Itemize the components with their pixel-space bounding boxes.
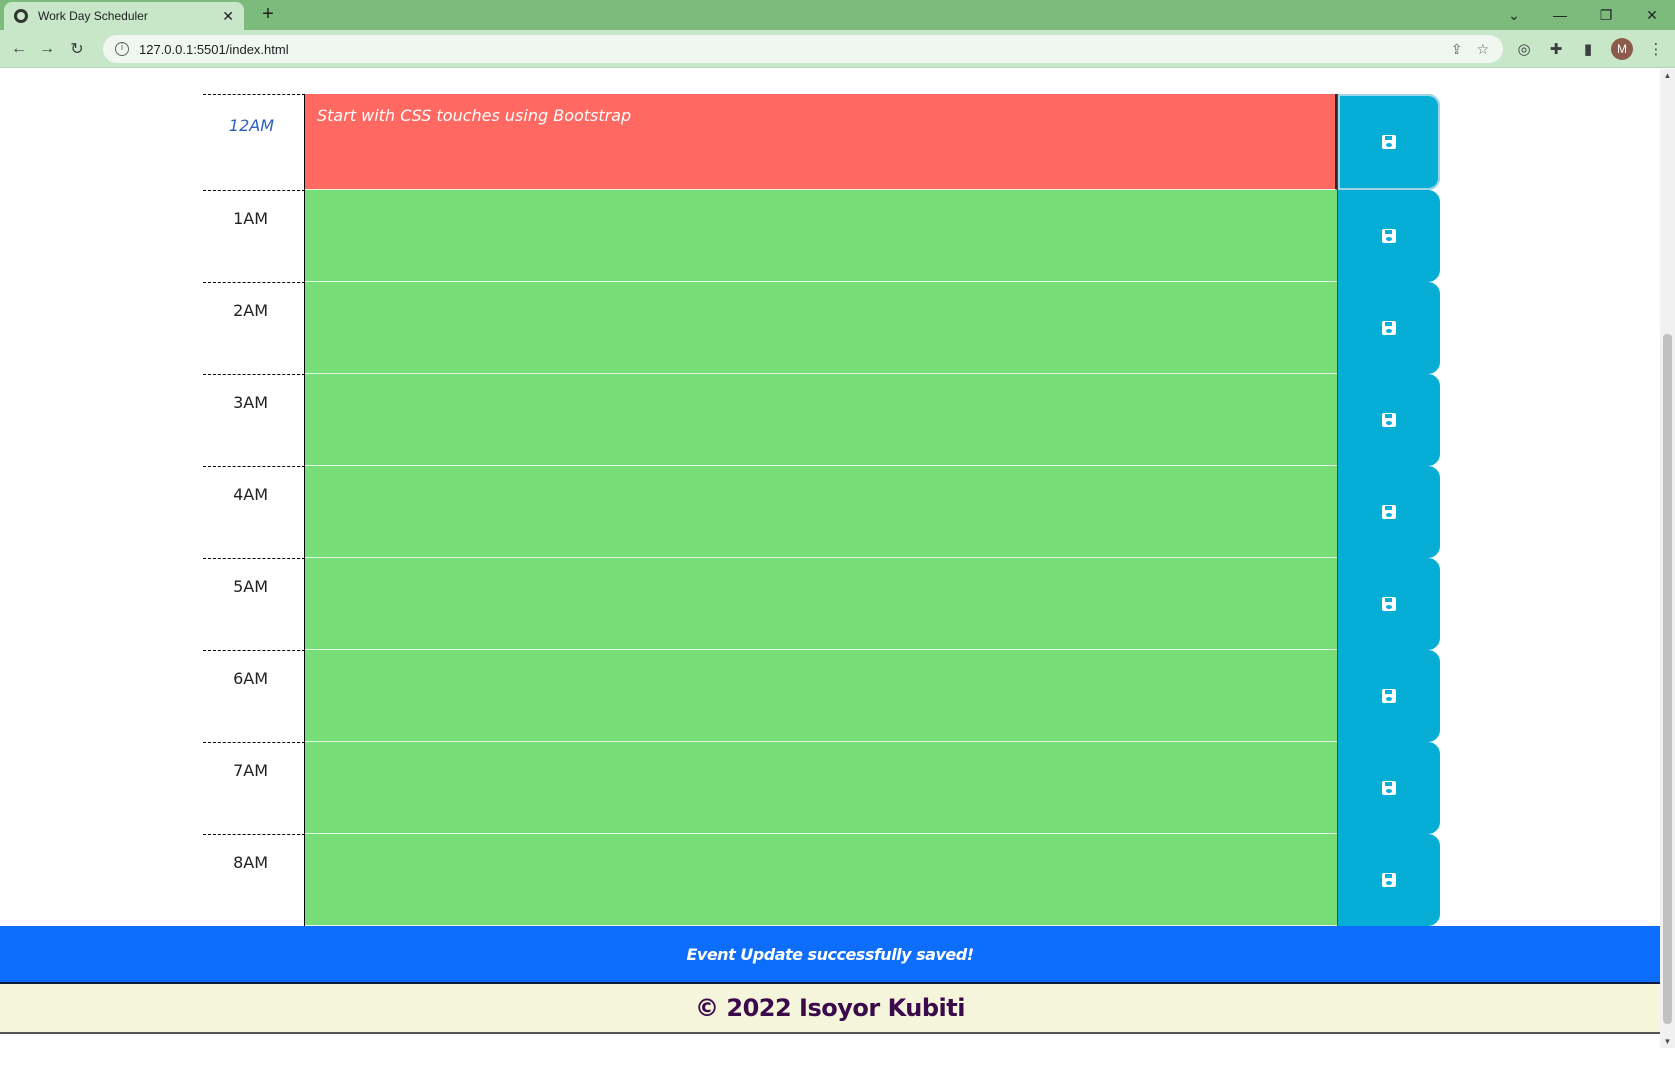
floppy-disk-icon (1382, 413, 1396, 427)
window-controls: ⌄ — ❐ ✕ (1491, 0, 1675, 30)
save-button[interactable] (1337, 282, 1440, 374)
save-button[interactable] (1337, 190, 1440, 282)
floppy-disk-icon (1382, 873, 1396, 887)
new-tab-button[interactable]: + (256, 3, 280, 26)
scroll-down-icon[interactable]: ▼ (1660, 1037, 1675, 1046)
time-block-row: 6AM (203, 650, 1440, 742)
menu-kebab-icon[interactable]: ⋮ (1647, 40, 1665, 58)
time-block-row: 3AM (203, 374, 1440, 466)
time-block-row: 4AM (203, 466, 1440, 558)
toolbar-actions: ◎ ✚ ▮ M ⋮ (1501, 38, 1665, 60)
minimize-icon[interactable]: — (1537, 0, 1583, 30)
event-description-textarea[interactable] (305, 282, 1337, 374)
save-button[interactable] (1337, 834, 1440, 926)
share-icon[interactable]: ⇪ (1451, 41, 1463, 58)
floppy-disk-icon (1382, 321, 1396, 335)
back-arrow-icon[interactable]: ← (8, 38, 30, 60)
time-block-row: 2AM (203, 282, 1440, 374)
hour-label: 5AM (203, 558, 305, 650)
event-description-textarea[interactable] (305, 190, 1337, 282)
browser-tab[interactable]: Work Day Scheduler ✕ (4, 2, 244, 30)
schedule-container: 12AM Start with CSS touches using Bootstr… (203, 94, 1440, 926)
save-button[interactable] (1337, 742, 1440, 834)
globe-icon (14, 9, 28, 23)
hour-label: 7AM (203, 742, 305, 834)
event-description-textarea[interactable] (305, 374, 1337, 466)
close-window-icon[interactable]: ✕ (1629, 0, 1675, 30)
restore-icon[interactable]: ❐ (1583, 0, 1629, 30)
event-description-textarea[interactable] (305, 834, 1337, 926)
floppy-disk-icon (1382, 689, 1396, 703)
hour-label: 8AM (203, 834, 305, 926)
reload-icon[interactable]: ↻ (66, 38, 88, 60)
event-description-textarea[interactable] (305, 650, 1337, 742)
time-block-row: 1AM (203, 190, 1440, 282)
save-button[interactable] (1337, 374, 1440, 466)
page-viewport: 12AM Start with CSS touches using Bootstr… (0, 69, 1660, 1048)
star-icon[interactable]: ☆ (1476, 41, 1489, 58)
save-button[interactable] (1337, 466, 1440, 558)
scrollbar-thumb[interactable] (1663, 334, 1672, 1024)
tab-title: Work Day Scheduler (38, 9, 148, 23)
hour-label: 4AM (203, 466, 305, 558)
extension-icon[interactable]: ◎ (1515, 40, 1533, 58)
event-description-textarea[interactable] (305, 742, 1337, 834)
save-notice-text: Event Update successfully saved! (686, 944, 974, 964)
puzzle-icon[interactable]: ✚ (1547, 40, 1565, 58)
event-description-textarea[interactable] (305, 558, 1337, 650)
hour-label: 6AM (203, 650, 305, 742)
close-icon[interactable]: ✕ (222, 8, 234, 25)
save-notice: Event Update successfully saved! (0, 926, 1660, 984)
save-button[interactable] (1337, 558, 1440, 650)
floppy-disk-icon (1382, 229, 1396, 243)
event-description-textarea[interactable] (305, 466, 1337, 558)
time-block-row: 5AM (203, 558, 1440, 650)
event-description-textarea[interactable]: Start with CSS touches using Bootstrap (305, 94, 1337, 190)
browser-toolbar: ← → ↻ i 127.0.0.1:5501/index.html ⇪ ☆ ◎ … (0, 30, 1675, 68)
floppy-disk-icon (1382, 505, 1396, 519)
side-panel-icon[interactable]: ▮ (1579, 40, 1597, 58)
url-text[interactable]: 127.0.0.1:5501/index.html (139, 42, 1451, 57)
scroll-up-icon[interactable]: ▲ (1660, 71, 1675, 80)
tab-search-icon[interactable]: ⌄ (1491, 0, 1537, 30)
floppy-disk-icon (1382, 781, 1396, 795)
save-button[interactable] (1337, 650, 1440, 742)
time-block-row: 12AM Start with CSS touches using Bootstr… (203, 94, 1440, 190)
hour-label: 2AM (203, 282, 305, 374)
hour-label: 3AM (203, 374, 305, 466)
page-footer: © 2022 Isoyor Kubiti (0, 984, 1660, 1034)
address-bar[interactable]: i 127.0.0.1:5501/index.html ⇪ ☆ (103, 35, 1503, 63)
avatar[interactable]: M (1611, 38, 1633, 60)
time-block-row: 8AM (203, 834, 1440, 926)
time-block-row: 7AM (203, 742, 1440, 834)
info-icon[interactable]: i (115, 42, 129, 56)
copyright-text: © 2022 Isoyor Kubiti (695, 994, 965, 1022)
floppy-disk-icon (1382, 135, 1396, 149)
save-button[interactable] (1337, 94, 1440, 190)
tab-strip: Work Day Scheduler ✕ + ⌄ — ❐ ✕ (0, 0, 1675, 30)
hour-label: 12AM (203, 94, 305, 190)
forward-arrow-icon[interactable]: → (36, 38, 58, 60)
floppy-disk-icon (1382, 597, 1396, 611)
scrollbar[interactable]: ▲ ▼ (1660, 69, 1675, 1048)
hour-label: 1AM (203, 190, 305, 282)
